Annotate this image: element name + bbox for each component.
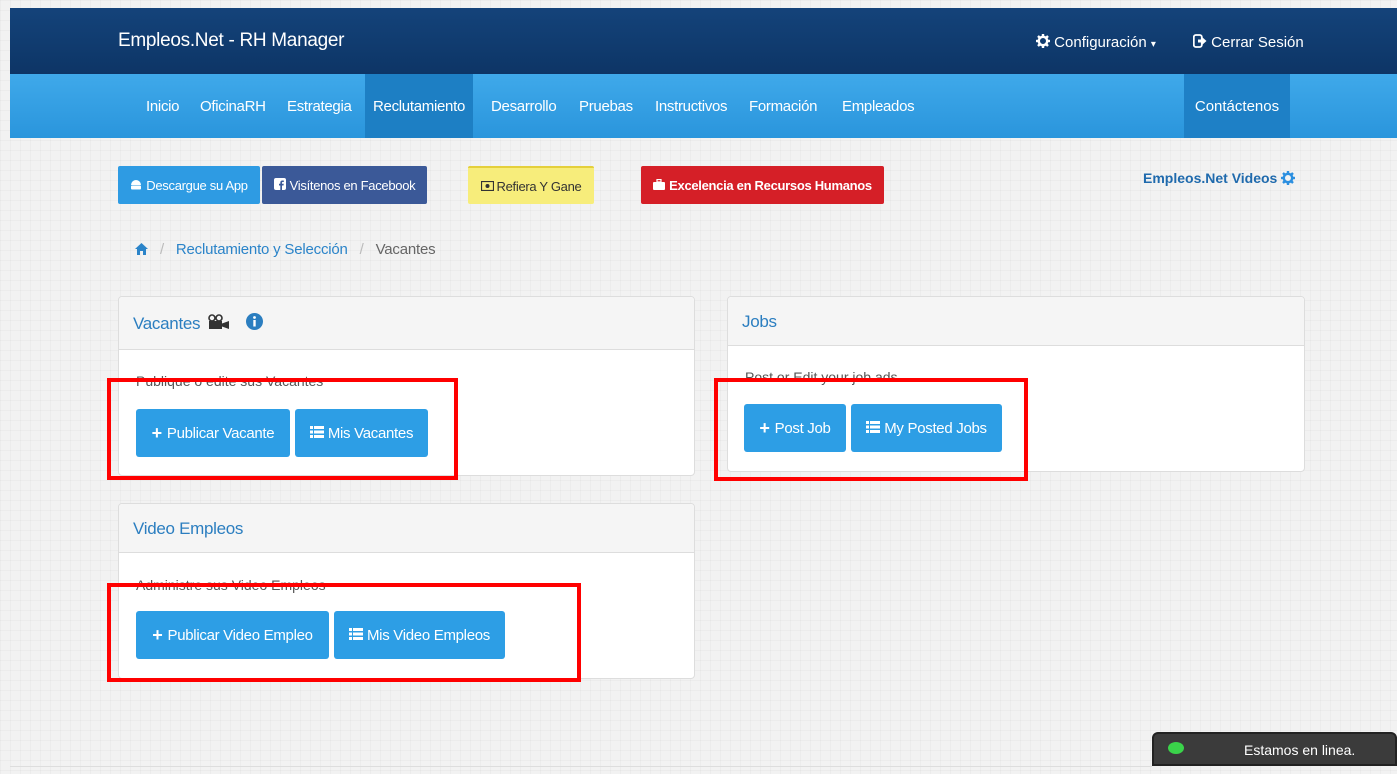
breadcrumb-separator: / (359, 241, 364, 258)
chat-status-label: Estamos en linea. (1244, 742, 1356, 758)
configuration-menu[interactable]: Configuración ▾ (1036, 34, 1156, 52)
nav-item-inicio[interactable]: Inicio (146, 74, 180, 138)
footer-divider (10, 766, 1152, 767)
vacantes-panel-header: Vacantes (119, 297, 694, 350)
money-icon (480, 179, 494, 194)
nav-item-pruebas[interactable]: Pruebas (579, 74, 633, 138)
facebook-button[interactable]: Visítenos en Facebook (262, 166, 427, 204)
android-icon (130, 178, 142, 193)
breadcrumb: / Reclutamiento y Selección / Vacantes (135, 241, 436, 259)
brand-title[interactable]: Empleos.Net - RH Manager (118, 30, 344, 52)
caret-down-icon: ▾ (1150, 39, 1156, 50)
main-nav: Inicio OficinaRH Estrategia Reclutamient… (10, 74, 1397, 138)
refer-button[interactable]: Refiera Y Gane (468, 166, 594, 204)
videos-link[interactable]: Empleos.Net Videos (1143, 170, 1296, 188)
chat-widget[interactable]: Estamos en linea. (1152, 732, 1397, 766)
configuration-label: Configuración (1054, 34, 1147, 51)
jobs-title: Jobs (742, 312, 777, 331)
video-camera-icon[interactable] (207, 298, 230, 352)
gear-icon (1281, 170, 1296, 188)
logout-link[interactable]: Cerrar Sesión (1192, 34, 1304, 52)
excellence-button[interactable]: Excelencia en Recursos Humanos (641, 166, 884, 204)
gear-icon (1036, 34, 1050, 52)
nav-item-estrategia[interactable]: Estrategia (287, 74, 352, 138)
breadcrumb-vacantes: Vacantes (375, 241, 436, 258)
breadcrumb-separator: / (159, 241, 164, 258)
download-app-button[interactable]: Descargue su App (118, 166, 260, 204)
sign-out-icon (1192, 34, 1207, 52)
info-icon[interactable] (246, 298, 264, 352)
download-app-label: Descargue su App (146, 177, 248, 193)
excellence-label: Excelencia en Recursos Humanos (669, 177, 872, 193)
facebook-label: Visítenos en Facebook (289, 177, 416, 193)
refer-label: Refiera Y Gane (496, 178, 582, 194)
chat-bubble-icon (1168, 742, 1184, 754)
highlight-box-jobs (714, 378, 1028, 481)
briefcase-icon (653, 178, 666, 193)
video-empleos-panel-header: Video Empleos (119, 504, 694, 553)
contact-button[interactable]: Contáctenos (1184, 74, 1290, 138)
nav-item-desarrollo[interactable]: Desarrollo (491, 74, 557, 138)
breadcrumb-reclutamiento[interactable]: Reclutamiento y Selección (176, 241, 348, 258)
nav-item-formacion[interactable]: Formación (749, 74, 817, 138)
videos-label: Empleos.Net Videos (1143, 170, 1278, 186)
video-empleos-title: Video Empleos (133, 519, 244, 538)
highlight-box-vacantes (107, 378, 458, 480)
facebook-icon (273, 177, 286, 193)
nav-item-oficinarh[interactable]: OficinaRH (200, 74, 266, 138)
logout-label: Cerrar Sesión (1211, 34, 1304, 51)
home-icon[interactable] (135, 242, 148, 259)
top-header: Empleos.Net - RH Manager Configuración ▾… (10, 8, 1397, 74)
jobs-panel-header: Jobs (728, 297, 1304, 346)
nav-item-instructivos[interactable]: Instructivos (655, 74, 728, 138)
nav-item-empleados[interactable]: Empleados (842, 74, 915, 138)
highlight-box-video (107, 583, 581, 682)
nav-item-reclutamiento[interactable]: Reclutamiento (365, 74, 473, 138)
vacantes-title: Vacantes (133, 314, 201, 333)
